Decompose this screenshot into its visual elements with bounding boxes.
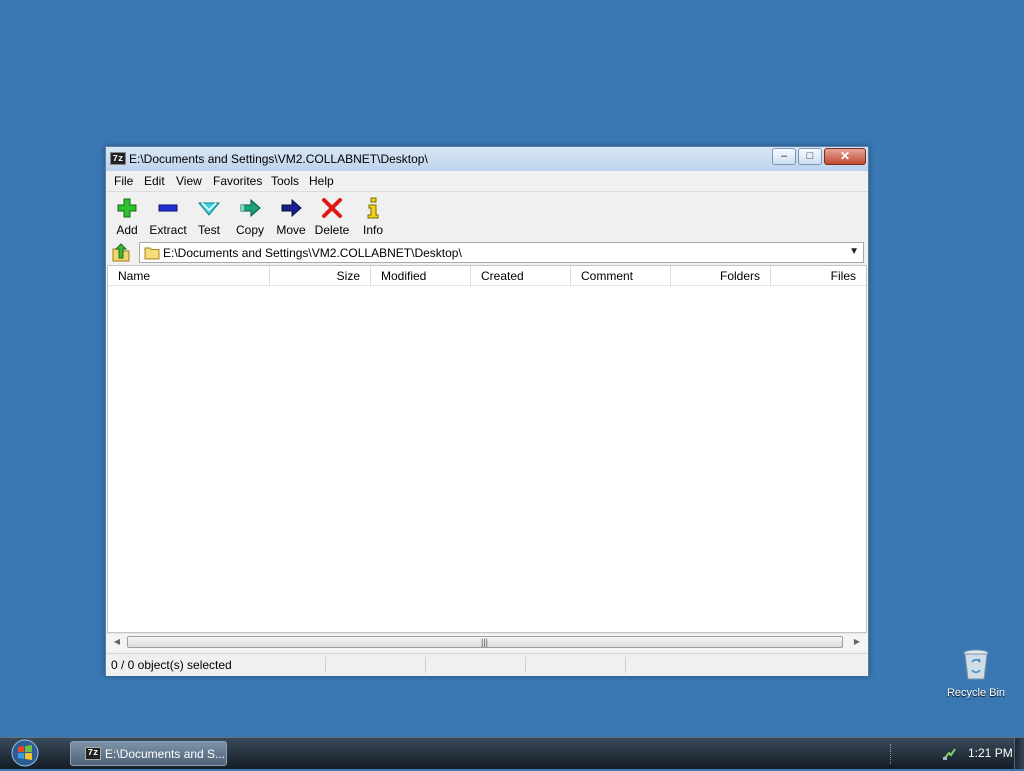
menu-view[interactable]: View bbox=[176, 174, 202, 188]
app-window: 7z E:\Documents and Settings\VM2.COLLABN… bbox=[105, 146, 869, 676]
maximize-icon: □ bbox=[806, 150, 814, 162]
info-button[interactable]: Info bbox=[353, 195, 393, 237]
horizontal-scrollbar[interactable]: ◀ ||| ▶ bbox=[107, 633, 867, 651]
recycle-bin-label: Recycle Bin bbox=[946, 687, 1006, 699]
status-cell-4 bbox=[526, 657, 626, 673]
column-folders[interactable]: Folders bbox=[671, 266, 771, 286]
move-button[interactable]: Move bbox=[271, 195, 311, 237]
window-title: E:\Documents and Settings\VM2.COLLABNET\… bbox=[129, 152, 428, 166]
column-name[interactable]: Name bbox=[108, 266, 270, 286]
add-button[interactable]: Add bbox=[107, 195, 147, 237]
menu-edit[interactable]: Edit bbox=[144, 174, 165, 188]
recycle-bin[interactable]: Recycle Bin bbox=[940, 648, 1012, 699]
extract-icon bbox=[158, 204, 178, 212]
close-button[interactable]: ✕ bbox=[824, 148, 866, 165]
show-desktop-button[interactable] bbox=[1014, 738, 1024, 769]
info-icon bbox=[367, 197, 379, 219]
menu-bar: File Edit View Favorites Tools Help bbox=[106, 171, 868, 192]
path-combobox[interactable]: E:\Documents and Settings\VM2.COLLABNET\… bbox=[139, 242, 864, 263]
status-bar: 0 / 0 object(s) selected bbox=[106, 653, 868, 676]
minimize-icon: ‒ bbox=[780, 150, 788, 162]
file-list[interactable]: Name Size Modified Created Comment Folde… bbox=[107, 265, 867, 633]
info-label: Info bbox=[362, 223, 383, 237]
menu-file[interactable]: File bbox=[114, 174, 133, 188]
test-button[interactable]: Test bbox=[189, 195, 229, 237]
delete-button[interactable]: Delete bbox=[312, 195, 352, 237]
status-cell-2 bbox=[326, 657, 426, 673]
recycle-bin-icon bbox=[963, 649, 989, 680]
copy-icon bbox=[240, 198, 261, 218]
menu-help[interactable]: Help bbox=[309, 174, 334, 188]
taskbar-item-7zip[interactable]: 7z E:\Documents and S... bbox=[70, 741, 227, 766]
system-clock[interactable]: 1:21 PM bbox=[968, 746, 1013, 760]
toolbar: Add Extract Test Copy Move Delete Info bbox=[106, 192, 868, 240]
menu-favorites[interactable]: Favorites bbox=[213, 174, 262, 188]
path-text: E:\Documents and Settings\VM2.COLLABNET\… bbox=[163, 246, 462, 260]
column-files[interactable]: Files bbox=[771, 266, 866, 286]
tray-divider bbox=[890, 744, 893, 764]
up-folder-button[interactable] bbox=[110, 242, 132, 263]
taskbar: 7z E:\Documents and S... 1:21 PM bbox=[0, 737, 1024, 769]
grip-icon: ||| bbox=[481, 637, 489, 647]
status-cell-3 bbox=[426, 657, 526, 673]
folder-up-icon bbox=[112, 243, 130, 262]
folder-icon bbox=[144, 247, 160, 260]
scroll-left-icon[interactable]: ◀ bbox=[111, 636, 123, 648]
taskbar-item-label: E:\Documents and S... bbox=[105, 747, 226, 761]
extract-button[interactable]: Extract bbox=[148, 195, 188, 237]
start-button[interactable] bbox=[8, 738, 44, 768]
app-icon: 7z bbox=[85, 747, 101, 760]
app-icon: 7z bbox=[110, 152, 126, 165]
menu-tools[interactable]: Tools bbox=[271, 174, 299, 188]
address-bar: E:\Documents and Settings\VM2.COLLABNET\… bbox=[106, 241, 868, 265]
test-icon bbox=[198, 202, 220, 216]
scroll-right-icon[interactable]: ▶ bbox=[851, 636, 863, 648]
minimize-button[interactable]: ‒ bbox=[772, 148, 796, 165]
delete-icon bbox=[322, 198, 342, 218]
title-bar[interactable]: 7z E:\Documents and Settings\VM2.COLLABN… bbox=[106, 147, 868, 172]
close-icon: ✕ bbox=[839, 149, 851, 163]
scroll-thumb[interactable]: ||| bbox=[127, 636, 843, 648]
column-created[interactable]: Created bbox=[471, 266, 571, 286]
column-comment[interactable]: Comment bbox=[571, 266, 671, 286]
network-icon[interactable] bbox=[942, 745, 956, 761]
column-modified[interactable]: Modified bbox=[371, 266, 471, 286]
column-size[interactable]: Size bbox=[270, 266, 371, 286]
copy-button[interactable]: Copy bbox=[230, 195, 270, 237]
status-selection: 0 / 0 object(s) selected bbox=[108, 657, 326, 673]
chevron-down-icon[interactable]: ▼ bbox=[849, 246, 859, 257]
add-icon bbox=[117, 198, 137, 218]
windows-logo-icon bbox=[11, 739, 39, 767]
maximize-button[interactable]: □ bbox=[798, 148, 822, 165]
move-icon bbox=[281, 198, 302, 218]
